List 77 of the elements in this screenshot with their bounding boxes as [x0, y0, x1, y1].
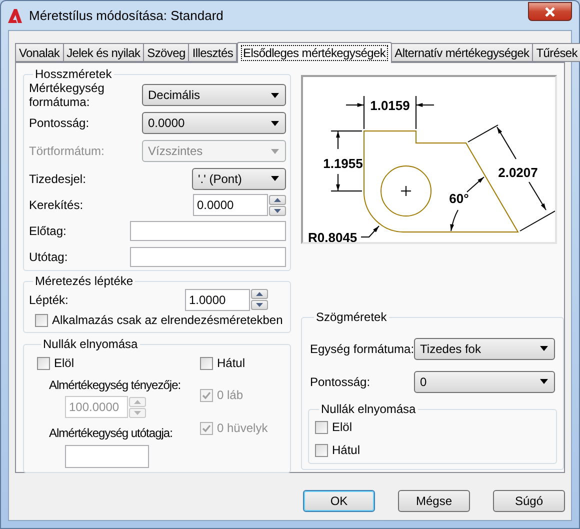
- dropdown-arrow-icon: [540, 379, 548, 384]
- tab[interactable]: Szöveg: [143, 43, 190, 62]
- dropdown-arrow-icon: [271, 92, 279, 98]
- checkbox-label: Hátul: [217, 355, 246, 372]
- check-icon: [202, 390, 211, 400]
- checkbox[interactable]: [315, 444, 328, 456]
- dropdown-arrow-icon: [271, 148, 279, 154]
- tab[interactable]: Vonalak: [15, 43, 64, 62]
- dialog-button[interactable]: Mégse: [398, 490, 470, 512]
- up-arrow-icon: [256, 292, 263, 296]
- tab[interactable]: Illesztés: [188, 43, 238, 62]
- checkbox-label: Elöl: [332, 419, 352, 436]
- up-arrow-icon: [274, 198, 281, 202]
- checkbox[interactable]: [35, 314, 48, 326]
- close-icon: [544, 6, 556, 16]
- field-label: Pontosság:: [310, 374, 370, 390]
- checkbox-label: 0 hüvelyk: [217, 420, 268, 437]
- leader-line: [360, 226, 380, 238]
- field-label: Előtag:: [29, 223, 66, 240]
- field-label: Törtformátum:: [29, 143, 104, 160]
- field-label: Pontosság:: [29, 115, 90, 132]
- group-title: Szögméretek: [315, 310, 388, 324]
- field-label: Tizedesjel:: [29, 170, 86, 188]
- input-field[interactable]: 1.0000: [185, 288, 250, 310]
- app-logo-icon: [7, 8, 23, 24]
- dropdown[interactable]: '.' (Pont): [192, 168, 286, 190]
- checkbox-label: Alkalmazás csak az elrendezésméretekben: [52, 312, 283, 329]
- dropdown[interactable]: 0: [414, 370, 556, 392]
- up-arrow-icon: [134, 400, 141, 404]
- tab[interactable]: Alternatív mértékegységek: [390, 43, 534, 62]
- group-title: Hosszméretek: [34, 67, 113, 81]
- checkbox-label: 0 láb: [217, 387, 244, 404]
- dialog-button[interactable]: Súgó: [493, 490, 565, 512]
- group-title: Méretezés léptéke: [34, 274, 134, 288]
- checkbox[interactable]: [200, 356, 213, 370]
- down-arrow-icon: [274, 208, 281, 212]
- tab[interactable]: Elsődleges mértékegységek: [237, 42, 392, 63]
- input-field[interactable]: 0.0000: [193, 194, 268, 216]
- dropdown-arrow-icon: [540, 346, 548, 351]
- input-field[interactable]: [130, 221, 286, 241]
- dropdown[interactable]: 0.0000: [142, 112, 286, 134]
- dropdown[interactable]: Tizedes fok: [414, 338, 556, 360]
- field-label: Utótag:: [29, 248, 68, 266]
- spin-down-button[interactable]: [251, 300, 268, 310]
- field-label: Almértékegység tényezője:: [49, 377, 181, 394]
- spin-up-button[interactable]: [269, 194, 286, 204]
- dropdown-arrow-icon: [271, 176, 279, 181]
- field-label: Kerekítés:: [29, 197, 84, 214]
- spin-up-button[interactable]: [251, 289, 268, 299]
- dimension-text: 2.0207: [498, 165, 538, 180]
- down-arrow-icon: [256, 303, 263, 307]
- dimension-text: 1.0159: [370, 98, 410, 113]
- dimension-text: R0.8045: [308, 230, 358, 242]
- field-label: Egység formátuma:: [310, 340, 414, 358]
- check-icon: [202, 424, 211, 432]
- field-label: Almértékegység utótagja:: [49, 425, 172, 442]
- checkbox-label: Elöl: [54, 355, 74, 372]
- dropdown[interactable]: Decimális: [142, 84, 286, 106]
- checkbox-label: Hátul: [332, 442, 360, 459]
- down-arrow-icon: [134, 410, 141, 414]
- checkbox[interactable]: [37, 356, 50, 370]
- close-button[interactable]: [528, 2, 572, 21]
- window-title: Méretstílus módosítása: Standard: [29, 6, 224, 25]
- field-label: Mértékegység formátuma:: [29, 81, 106, 109]
- tab[interactable]: Tűrések: [532, 43, 580, 62]
- field-label: Lépték:: [29, 292, 68, 308]
- input-field[interactable]: [130, 246, 286, 266]
- spin-down-button[interactable]: [269, 206, 286, 216]
- group-title: Nullák elnyomása: [320, 402, 417, 416]
- group-title: Nullák elnyomása: [42, 337, 139, 351]
- dialog-button[interactable]: OK: [303, 490, 375, 512]
- dimension-text: 1.1955: [323, 156, 363, 171]
- input-field[interactable]: [65, 445, 149, 468]
- dropdown-arrow-icon: [271, 120, 279, 126]
- dimension-text: 60°: [449, 191, 469, 206]
- checkbox[interactable]: [315, 420, 328, 434]
- tab[interactable]: Jelek és nyilak: [62, 43, 144, 62]
